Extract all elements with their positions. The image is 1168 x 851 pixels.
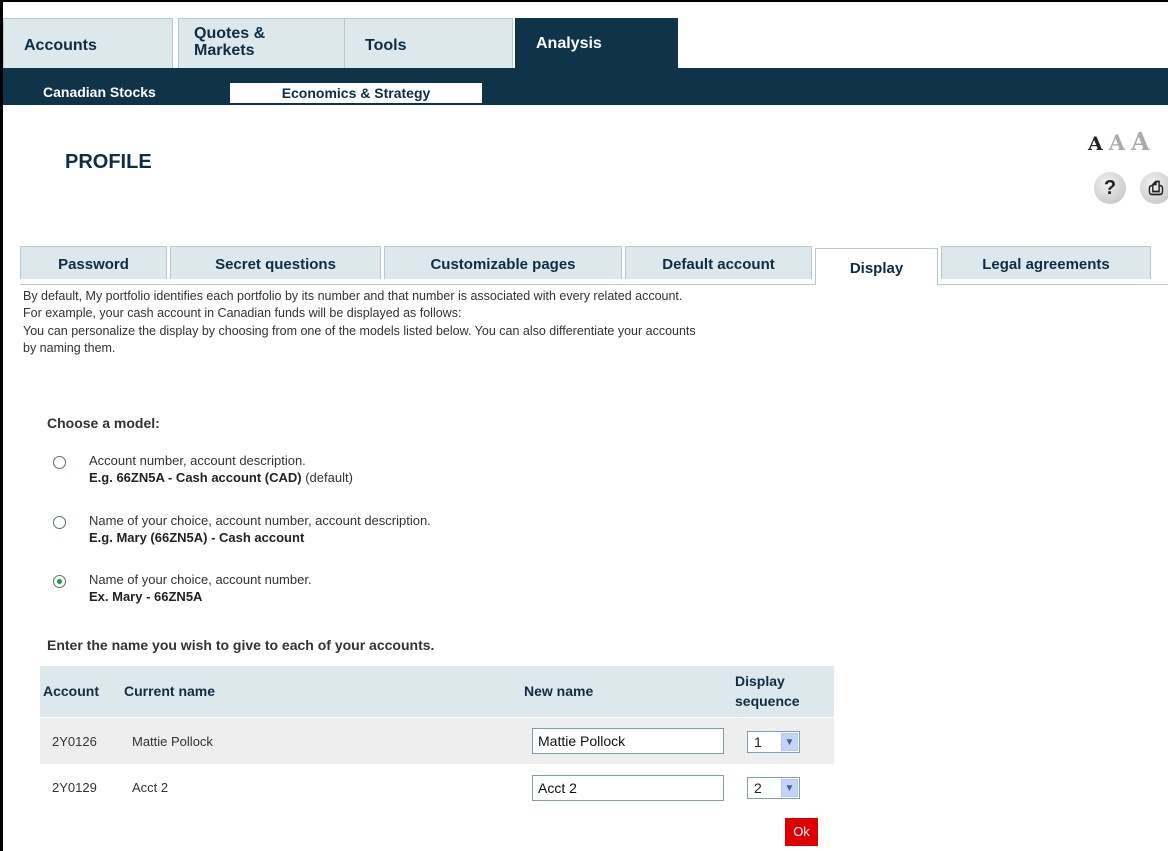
intro-text: By default, My portfolio identifies each… bbox=[23, 288, 1023, 357]
tab-analysis-label: Analysis bbox=[536, 35, 602, 52]
model-option-2-radio[interactable] bbox=[53, 516, 66, 529]
tab-analysis[interactable]: Analysis bbox=[515, 18, 678, 70]
col-display-sequence: Display sequence bbox=[735, 671, 800, 711]
tab-quotes-line2: Markets bbox=[194, 42, 255, 59]
model-option-1-suffix: (default) bbox=[301, 470, 353, 485]
sub-navigation: Canadian Stocks Economics & Strategy bbox=[3, 68, 1168, 105]
font-size-small[interactable]: A bbox=[1088, 133, 1103, 155]
tab-legal-agreements[interactable]: Legal agreements bbox=[941, 246, 1151, 279]
new-name-input[interactable] bbox=[532, 775, 724, 801]
model-option-1-text: Account number, account description. E.g… bbox=[89, 452, 353, 486]
model-option-3-example: Ex. Mary - 66ZN5A bbox=[89, 589, 203, 604]
row-account-number: 2Y0129 bbox=[52, 780, 97, 795]
tab-quotes-markets-label: Quotes & Markets bbox=[194, 25, 265, 59]
model-option-2-text: Name of your choice, account number, acc… bbox=[89, 512, 431, 546]
tab-accounts-label: Accounts bbox=[24, 37, 97, 54]
font-size-large[interactable]: A bbox=[1131, 127, 1150, 156]
col-display-line2: sequence bbox=[735, 693, 800, 709]
row-current-name: Mattie Pollock bbox=[132, 734, 213, 749]
display-sequence-select[interactable]: 1 ▼ bbox=[747, 731, 800, 753]
model-option-1-radio[interactable] bbox=[53, 456, 66, 469]
new-name-input[interactable] bbox=[532, 728, 724, 754]
display-sequence-select[interactable]: 2 ▼ bbox=[747, 777, 800, 799]
top-navigation: Accounts Quotes & Markets Tools Analysis bbox=[3, 2, 1168, 70]
intro-line-3: You can personalize the display by choos… bbox=[23, 323, 696, 338]
row-current-name: Acct 2 bbox=[132, 780, 169, 795]
model-option-2-desc: Name of your choice, account number, acc… bbox=[89, 513, 431, 528]
tab-quotes-line1: Quotes & bbox=[194, 25, 266, 42]
col-display-line1: Display bbox=[735, 673, 785, 689]
profile-tabs: Password Secret questions Customizable p… bbox=[20, 246, 1168, 285]
accounts-table-header: Account Current name New name Display se… bbox=[40, 666, 834, 717]
subnav-canadian-stocks[interactable]: Canadian Stocks bbox=[43, 82, 156, 104]
display-sequence-value: 2 bbox=[754, 780, 762, 796]
page-title: PROFILE bbox=[65, 151, 152, 173]
accounts-heading: Enter the name you wish to give to each … bbox=[47, 637, 435, 653]
chevron-down-icon[interactable]: ▼ bbox=[781, 779, 798, 797]
chevron-down-icon[interactable]: ▼ bbox=[781, 733, 798, 751]
intro-line-2: For example, your cash account in Canadi… bbox=[23, 306, 462, 321]
tab-customizable-pages[interactable]: Customizable pages bbox=[384, 246, 622, 279]
col-account: Account bbox=[43, 683, 99, 699]
row-account-number: 2Y0126 bbox=[52, 734, 97, 749]
model-option-3-text: Name of your choice, account number. Ex.… bbox=[89, 571, 312, 605]
tab-password[interactable]: Password bbox=[20, 246, 167, 279]
intro-line-1: By default, My portfolio identifies each… bbox=[23, 289, 683, 303]
ok-button[interactable]: Ok bbox=[785, 818, 818, 846]
model-option-2-example: E.g. Mary (66ZN5A) - Cash account bbox=[89, 530, 305, 545]
choose-model-heading: Choose a model: bbox=[47, 415, 160, 431]
print-icon[interactable]: ⎙ bbox=[1140, 172, 1168, 204]
font-size-medium[interactable]: A bbox=[1109, 130, 1125, 155]
display-sequence-value: 1 bbox=[754, 734, 762, 750]
model-option-3-radio[interactable] bbox=[53, 575, 66, 588]
model-option-1-desc: Account number, account description. bbox=[89, 453, 306, 468]
tab-accounts[interactable]: Accounts bbox=[3, 18, 173, 70]
help-icon[interactable]: ? bbox=[1094, 172, 1126, 204]
col-current-name: Current name bbox=[124, 683, 216, 699]
tab-quotes-markets[interactable]: Quotes & Markets bbox=[178, 18, 346, 70]
font-size-controls: AAA bbox=[1088, 127, 1156, 156]
model-option-3-desc: Name of your choice, account number. bbox=[89, 572, 312, 587]
tab-display[interactable]: Display bbox=[815, 248, 938, 285]
col-new-name: New name bbox=[524, 683, 594, 699]
tab-secret-questions[interactable]: Secret questions bbox=[170, 246, 381, 279]
tab-default-account[interactable]: Default account bbox=[625, 246, 812, 279]
intro-line-4: by naming them. bbox=[23, 340, 116, 355]
model-option-1-example: E.g. 66ZN5A - Cash account (CAD) bbox=[89, 470, 302, 485]
tab-tools[interactable]: Tools bbox=[344, 18, 513, 70]
tab-tools-label: Tools bbox=[365, 37, 407, 54]
subnav-economics-strategy[interactable]: Economics & Strategy bbox=[229, 82, 483, 104]
